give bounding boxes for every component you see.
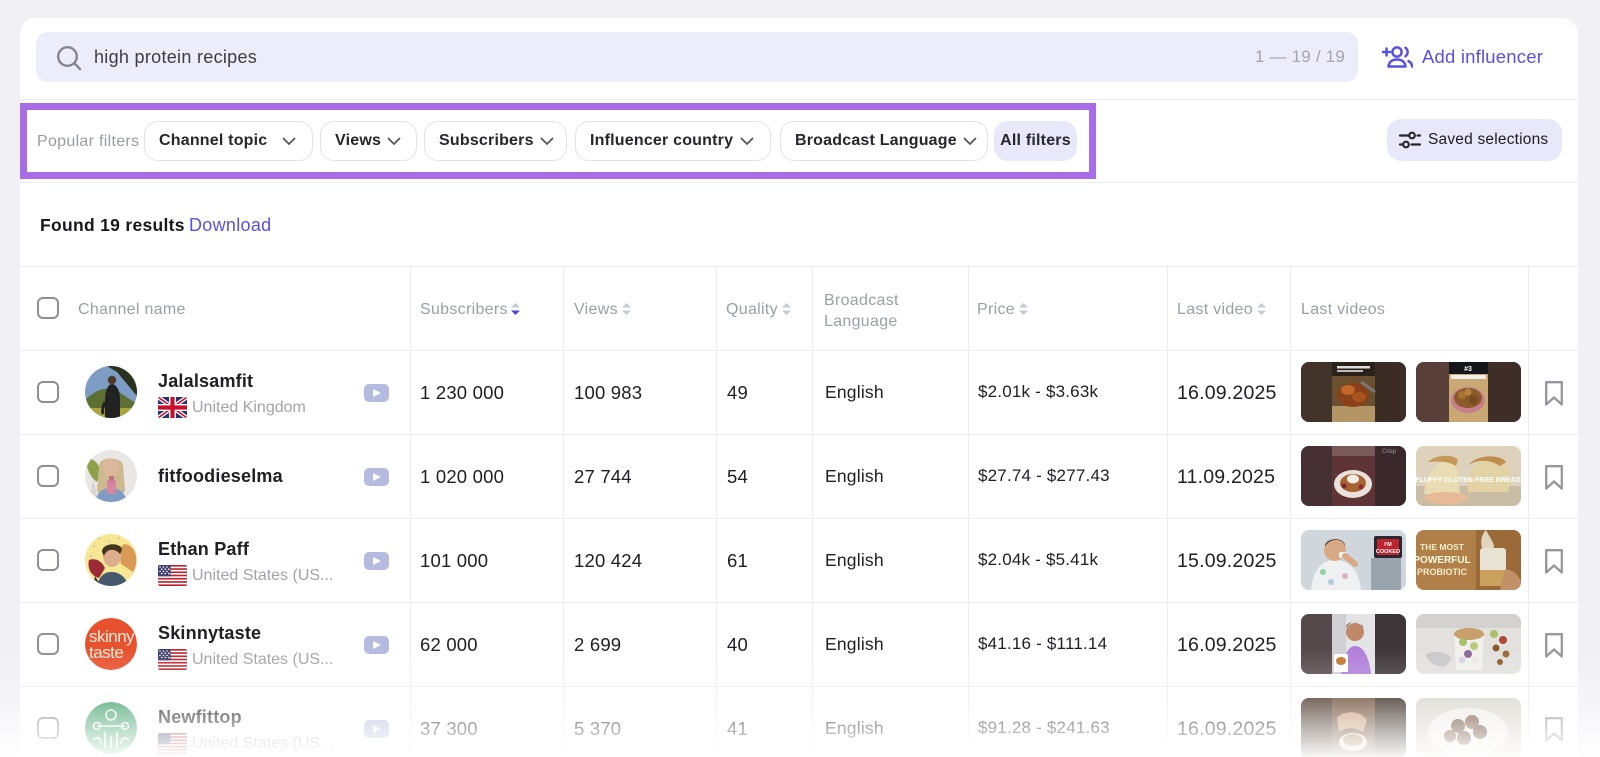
svg-text:PROBIOTIC: PROBIOTIC [1417,567,1468,577]
svg-text:FLUFFY GLUTEN-FREE BREAD: FLUFFY GLUTEN-FREE BREAD [1416,477,1521,484]
svg-text:I'M: I'M [1384,542,1392,548]
svg-text:Crisp: Crisp [1382,449,1397,455]
svg-text:COOKED: COOKED [1376,549,1400,555]
svg-text:THE MOST: THE MOST [1420,542,1465,552]
svg-text:#3: #3 [1464,366,1472,373]
svg-text:POWERFUL: POWERFUL [1416,555,1471,566]
